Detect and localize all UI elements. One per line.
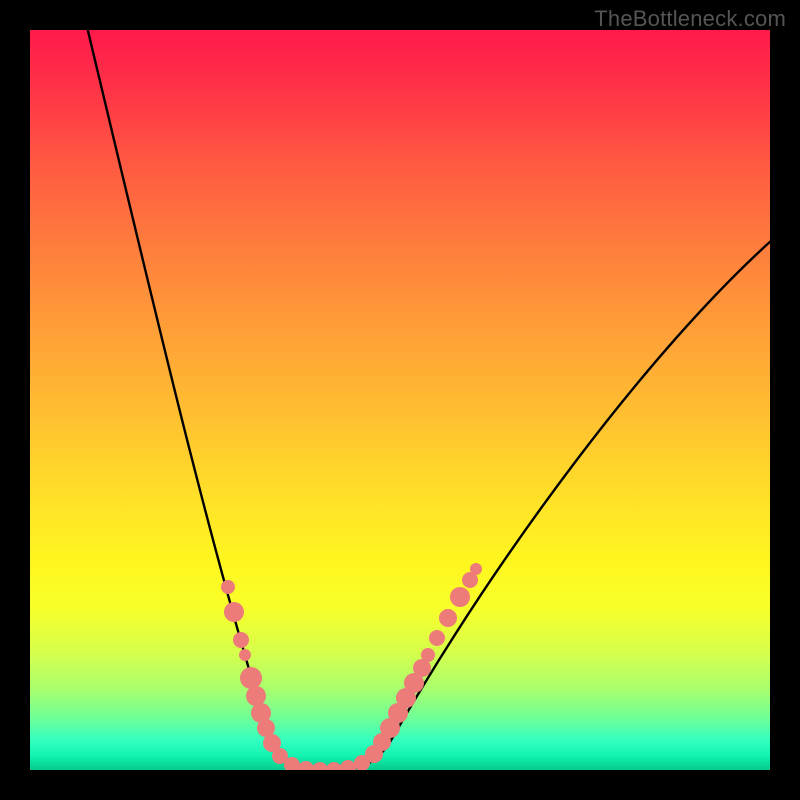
dot-bottom-4 (340, 760, 356, 770)
dot-left-5 (246, 686, 266, 706)
watermark-text: TheBottleneck.com (594, 6, 786, 32)
bottleneck-curve-left (83, 30, 330, 770)
dot-right-12 (470, 563, 482, 575)
dot-right-10 (450, 587, 470, 607)
bottleneck-curve-right (330, 240, 770, 770)
curve-layer (30, 30, 770, 770)
dot-left-2 (233, 632, 249, 648)
dot-left-4 (240, 667, 262, 689)
dot-left-3 (239, 649, 251, 661)
dot-right-9 (439, 609, 457, 627)
dot-bottom-1 (298, 761, 314, 770)
dot-right-8 (429, 630, 445, 646)
data-dots (221, 563, 482, 770)
dot-left-0 (221, 580, 235, 594)
dot-bottom-3 (326, 762, 342, 770)
chart-stage: TheBottleneck.com (0, 0, 800, 800)
dot-bottom-2 (312, 762, 328, 770)
plot-area (30, 30, 770, 770)
dot-left-1 (224, 602, 244, 622)
dot-right-7 (421, 648, 435, 662)
